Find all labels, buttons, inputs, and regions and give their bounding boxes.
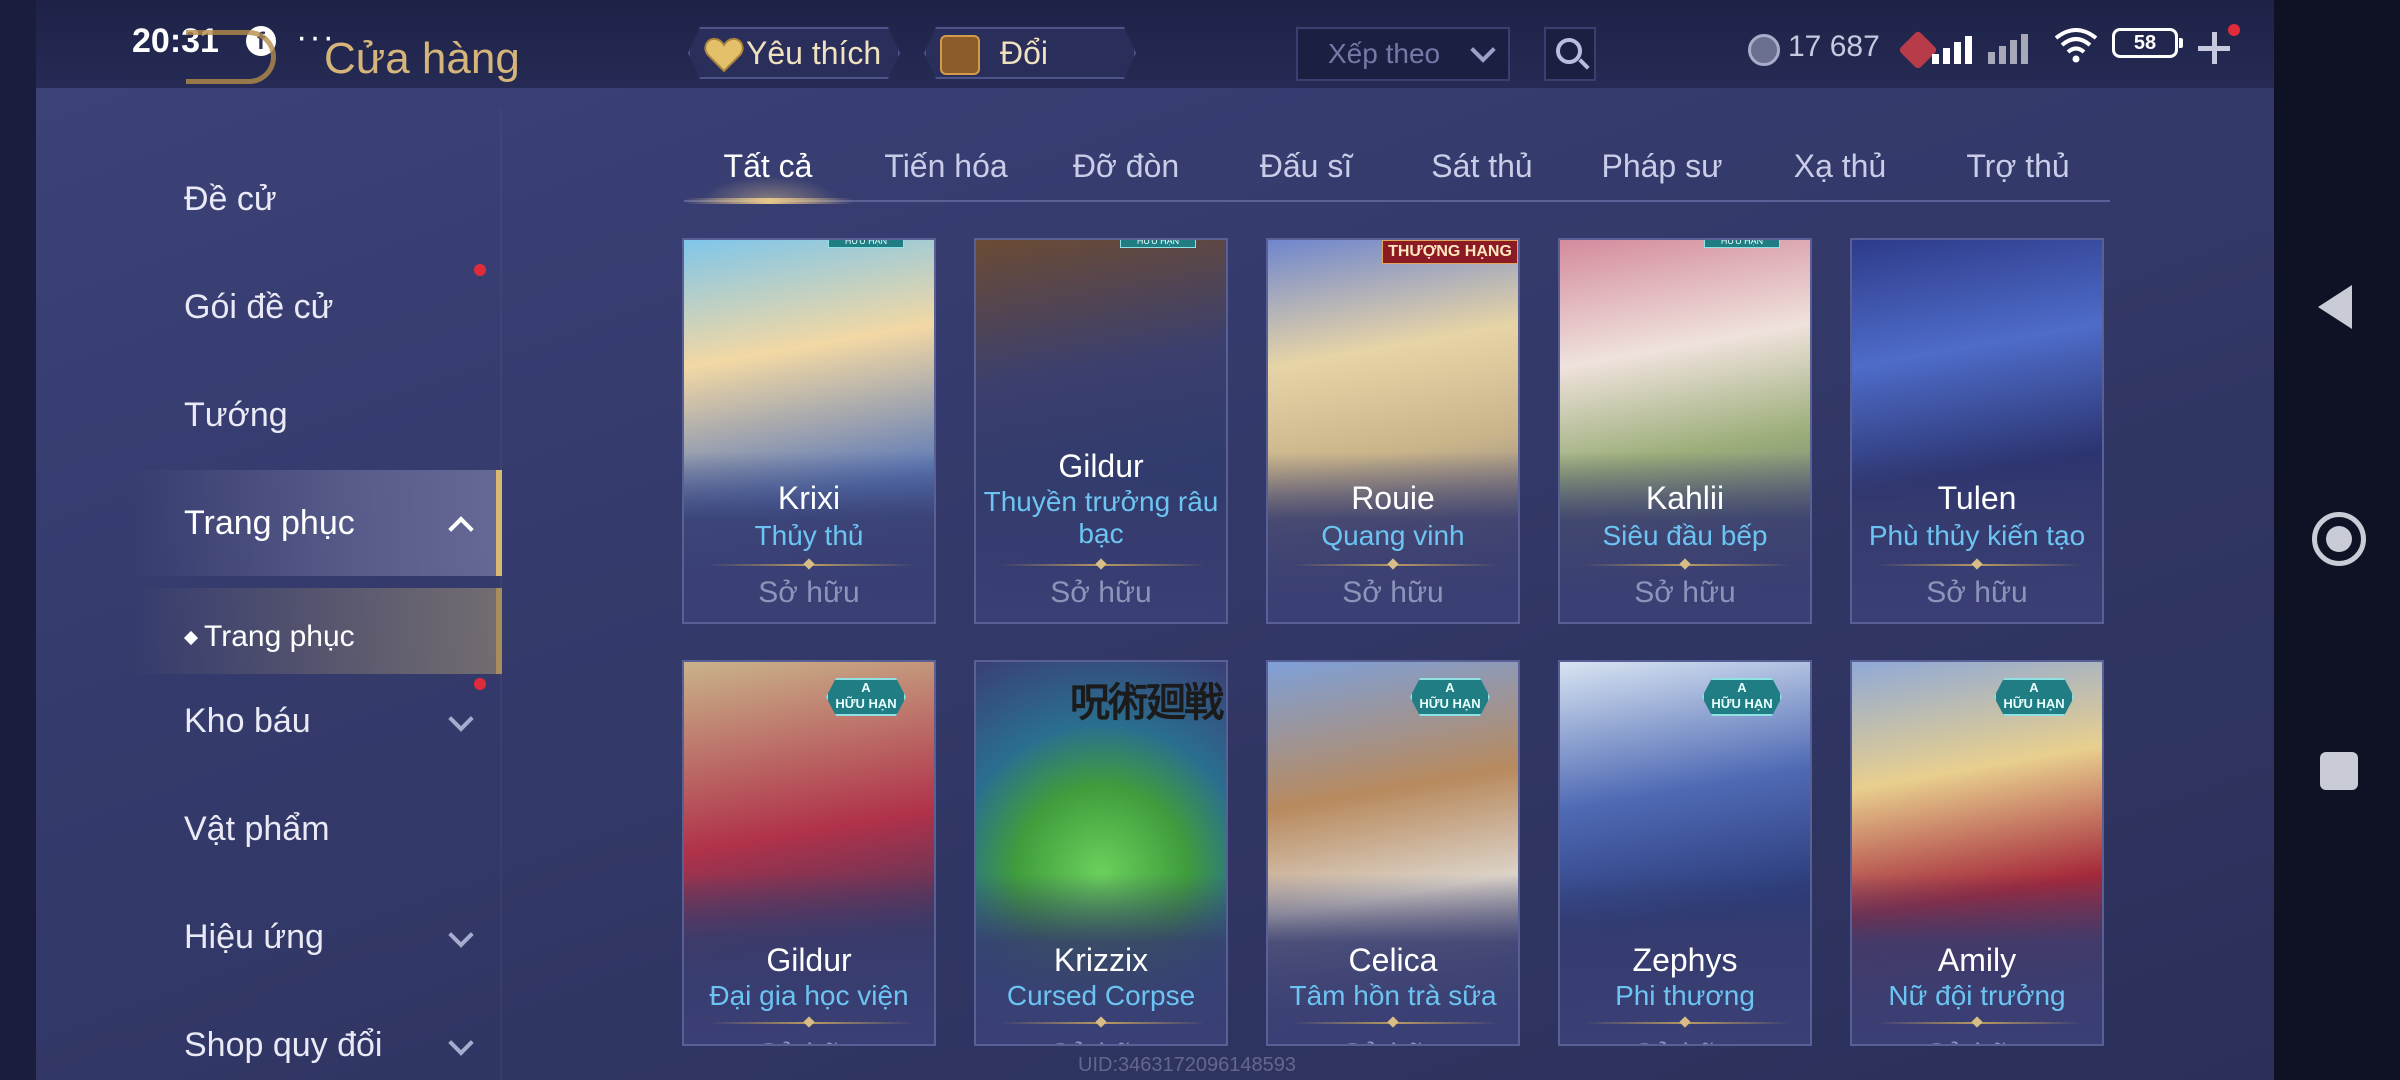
sidebar-item-recommended-packs[interactable]: Gói đề cử: [184, 288, 333, 327]
sidebar-item-skins[interactable]: Trang phục: [184, 504, 355, 543]
owned-label: Sở hữu: [758, 576, 860, 609]
hero-name: Kahlii: [1645, 480, 1725, 516]
skin-name: Nữ đội trưởng: [1888, 980, 2066, 1011]
owned-label: Sở hữu: [1560, 1038, 1810, 1044]
shard-chest-icon: [940, 35, 980, 75]
owned-label: Sở hữu: [684, 1038, 934, 1044]
notification-dot: [474, 264, 486, 276]
sidebar-item-treasure[interactable]: Kho báu: [184, 702, 311, 741]
skin-card[interactable]: HỮU HẠN Krixi Thủy thủ Sở hữu: [682, 238, 936, 624]
hero-name: Gildur: [766, 942, 852, 978]
sidebar-subitem-label: Trang phục: [204, 620, 355, 653]
tab-fighter[interactable]: Đấu sĩ: [1236, 148, 1376, 185]
tab-support[interactable]: Trợ thủ: [1948, 148, 2088, 185]
add-icon[interactable]: [2198, 32, 2230, 64]
owned-label: Sở hữu: [1634, 576, 1736, 609]
recent-apps-icon[interactable]: [2320, 752, 2358, 790]
owned-label: Sở hữu: [1342, 576, 1444, 609]
owned-label: Sở hữu: [1268, 1038, 1518, 1044]
hero-name: Rouie: [1351, 480, 1435, 516]
signal-icon: [1932, 30, 2032, 64]
hero-name: Zephys: [1632, 942, 1738, 978]
chevron-down-icon: [1470, 37, 1496, 63]
wifi-icon: [2054, 28, 2098, 63]
hero-name: Celica: [1348, 942, 1438, 978]
skin-name: Thuyền trưởng râu bạc: [983, 486, 1219, 549]
owned-label: Sở hữu: [1852, 1038, 2102, 1044]
premium-badge: THƯỢNG HẠNG: [1382, 240, 1518, 264]
skin-name: Quang vinh: [1321, 520, 1465, 551]
tab-mage[interactable]: Pháp sư: [1590, 148, 1734, 185]
notification-dot: [474, 678, 486, 690]
heart-icon: [704, 37, 744, 73]
battery-indicator: 58: [2112, 28, 2183, 58]
skin-name: Tâm hồn trà sữa: [1289, 980, 1497, 1011]
favorites-button[interactable]: Yêu thích: [688, 27, 900, 79]
skin-name: Siêu đầu bếp: [1602, 520, 1768, 551]
limited-badge: A HỮU HẠN: [826, 678, 906, 716]
bullet-diamond-icon: [183, 631, 199, 646]
tab-marksman[interactable]: Xạ thủ: [1770, 148, 1910, 185]
limited-badge: HỮU HẠN: [1704, 240, 1780, 248]
owned-label: Sở hữu: [1050, 576, 1152, 609]
skin-name: Thủy thủ: [754, 520, 864, 551]
skin-name: Cursed Corpse: [1006, 980, 1196, 1011]
search-button[interactable]: [1544, 27, 1596, 81]
sort-dropdown[interactable]: Xếp theo: [1296, 27, 1510, 81]
sidebar-item-items[interactable]: Vật phẩm: [184, 810, 330, 849]
skin-card[interactable]: AHỮU HẠN Zephys Phi thương Sở hữu: [1558, 660, 1812, 1046]
exchange-shards-button[interactable]: Đổi mảnh: [924, 27, 1136, 79]
sidebar-subitem-skins[interactable]: Trang phục: [183, 620, 355, 654]
owned-label: Sở hữu: [1926, 576, 2028, 609]
limited-badge: A HỮU HẠN: [1702, 678, 1782, 716]
page-title: Cửa hàng: [324, 34, 520, 83]
sidebar-item-heroes[interactable]: Tướng: [184, 396, 288, 435]
limited-badge: HỮU HẠN: [828, 240, 904, 248]
left-edge: [0, 0, 36, 1080]
sidebar-item-exchange-shop[interactable]: Shop quy đổi: [184, 1026, 383, 1065]
skin-card[interactable]: AHỮU HẠN Celica Tâm hồn trà sữa Sở hữu: [1266, 660, 1520, 1046]
home-icon[interactable]: [2312, 512, 2366, 566]
coin-balance: 17 687: [1788, 30, 1880, 63]
skin-card[interactable]: HỮU HẠN Gildur Thuyền trưởng râu bạc Sở …: [974, 238, 1228, 624]
sidebar-item-recommended[interactable]: Đề cử: [184, 180, 277, 219]
hero-name: Gildur: [1058, 448, 1144, 484]
shop-logo-icon: [186, 30, 276, 84]
limited-badge: A HỮU HẠN: [1410, 678, 1490, 716]
sort-label: Xếp theo: [1328, 38, 1441, 69]
tab-all[interactable]: Tất cả: [700, 148, 836, 185]
collab-logo: 呪術廻戦: [1070, 679, 1224, 726]
limited-badge: A HỮU HẠN: [1994, 678, 2074, 716]
skin-name: Phi thương: [1615, 980, 1755, 1011]
skin-name: Phù thủy kiến tạo: [1868, 520, 2086, 551]
hero-name: Krixi: [777, 480, 841, 516]
skin-card[interactable]: AHỮU HẠN Gildur Đại gia học viện Sở hữu: [682, 660, 936, 1046]
tab-assassin[interactable]: Sát thủ: [1412, 148, 1552, 185]
skin-card[interactable]: AHỮU HẠN Amily Nữ đội trưởng Sở hữu: [1850, 660, 2104, 1046]
hero-name: Amily: [1937, 942, 2017, 978]
sidebar-item-effects[interactable]: Hiệu ứng: [184, 918, 324, 957]
skin-card[interactable]: HỮU HẠN Kahlii Siêu đầu bếp Sở hữu: [1558, 238, 1812, 624]
hero-name: Tulen: [1937, 480, 2017, 516]
favorites-label: Yêu thích: [746, 35, 882, 71]
limited-badge: HỮU HẠN: [1120, 240, 1196, 248]
skin-card[interactable]: 呪術廻戦 Krizzix Cursed Corpse Sở hữu: [974, 660, 1228, 1046]
skin-card[interactable]: Tulen Phù thủy kiến tạo Sở hữu: [1850, 238, 2104, 624]
hero-name: Krizzix: [1053, 942, 1149, 978]
skin-name: Đại gia học viện: [709, 980, 909, 1011]
owned-label: Sở hữu: [976, 1038, 1226, 1044]
tab-tank[interactable]: Đỡ đòn: [1056, 148, 1196, 185]
coin-icon: [1748, 34, 1780, 66]
active-tab-underline: [684, 198, 854, 204]
uid-watermark: UID:3463172096148593: [1078, 1054, 1296, 1076]
back-icon[interactable]: [2318, 285, 2352, 329]
tab-evolution[interactable]: Tiến hóa: [876, 148, 1016, 185]
skin-card[interactable]: THƯỢNG HẠNG Rouie Quang vinh Sở hữu: [1266, 238, 1520, 624]
